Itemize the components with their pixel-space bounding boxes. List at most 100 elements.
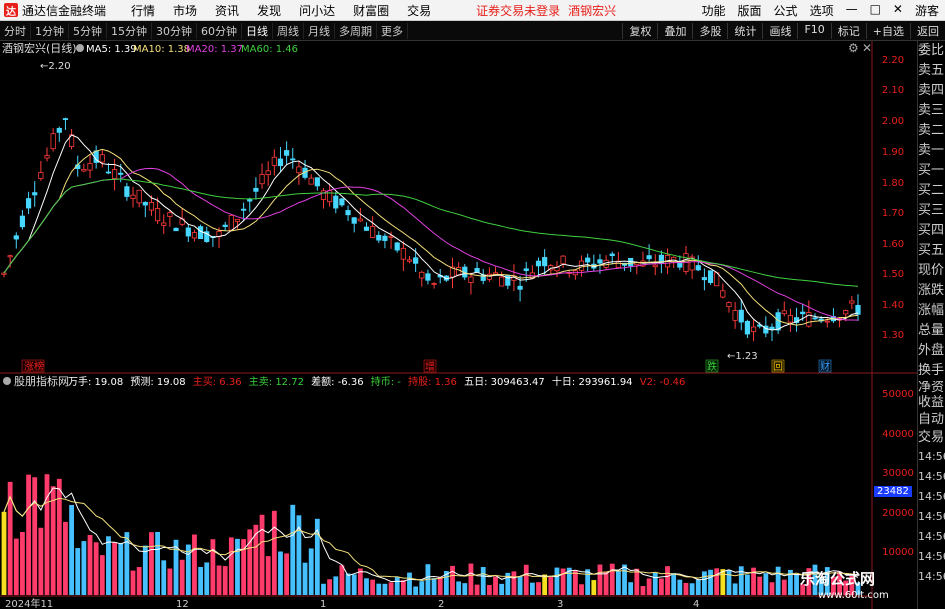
tool-button[interactable]: 叠加 bbox=[657, 22, 692, 39]
volume-bar bbox=[413, 586, 419, 595]
event-tag-label: 回 bbox=[773, 361, 783, 373]
side-item-label: 卖五 bbox=[918, 63, 945, 78]
menu-item[interactable]: 发现 bbox=[248, 2, 290, 19]
menu-right-item[interactable]: 公式 bbox=[768, 2, 804, 19]
indicator-toggle-icon[interactable] bbox=[3, 377, 11, 385]
candle-body bbox=[363, 226, 370, 231]
menu-item[interactable]: 交易 bbox=[398, 2, 440, 19]
period-tab-active[interactable]: 日线 bbox=[242, 22, 273, 39]
volume-bar bbox=[560, 568, 566, 595]
settings-icon[interactable]: ⚙ bbox=[848, 41, 859, 55]
period-tab[interactable]: 更多 bbox=[377, 22, 408, 39]
tool-button[interactable]: 返回 bbox=[910, 22, 945, 39]
volume-bar bbox=[204, 562, 210, 595]
side-tab[interactable]: 交易 bbox=[918, 429, 945, 447]
current-stock-name: 酒钢宏兴 bbox=[568, 3, 617, 18]
volume-bar bbox=[548, 576, 554, 595]
volume-bar bbox=[677, 579, 683, 595]
menu-item[interactable]: 行情 bbox=[122, 2, 164, 19]
candle-body bbox=[370, 226, 376, 238]
price-tick: 1.50 bbox=[882, 269, 904, 280]
side-item-label: 涨幅 bbox=[918, 303, 945, 318]
ma5-line bbox=[3, 134, 859, 331]
candle-body bbox=[81, 168, 87, 172]
price-tick: 1.40 bbox=[882, 300, 904, 311]
tool-button[interactable]: 多股 bbox=[692, 22, 727, 39]
volume-bar bbox=[56, 478, 62, 595]
candle-body bbox=[32, 192, 38, 196]
volume-bar bbox=[597, 564, 603, 595]
volume-bar bbox=[44, 474, 50, 595]
ma10-line bbox=[3, 148, 859, 326]
candle-body bbox=[351, 217, 357, 224]
tool-button[interactable]: 统计 bbox=[727, 22, 762, 39]
volume-bar bbox=[480, 567, 486, 595]
candle-body bbox=[118, 172, 124, 175]
period-tab[interactable]: 周线 bbox=[273, 22, 304, 39]
price-tick: 1.70 bbox=[882, 208, 904, 219]
period-tab[interactable]: 30分钟 bbox=[152, 22, 197, 39]
candle-body bbox=[234, 218, 241, 222]
period-tab[interactable]: 1分钟 bbox=[31, 22, 69, 39]
volume-bar bbox=[7, 481, 13, 595]
menu-right-item[interactable]: 选项 bbox=[804, 2, 840, 19]
volume-bar bbox=[781, 579, 787, 595]
volume-bar bbox=[198, 566, 204, 595]
indicator-toggle-icon[interactable] bbox=[76, 44, 84, 52]
volume-bar bbox=[400, 580, 406, 595]
side-item-label: 买四 bbox=[918, 223, 945, 238]
tool-button[interactable]: F10 bbox=[797, 22, 830, 39]
tool-button[interactable]: 画线 bbox=[762, 22, 797, 39]
vol-stat: 主买: 6.36 bbox=[193, 376, 242, 388]
volume-bar bbox=[456, 581, 462, 595]
stock-chart-title: 酒钢宏兴(日线) bbox=[2, 41, 77, 55]
volume-bar bbox=[142, 545, 148, 595]
close-icon[interactable]: ✕ bbox=[887, 2, 909, 19]
kline-chart-area[interactable]: 酒钢宏兴(日线) MA5: 1.39 MA10: 1.38 MA20: 1.37… bbox=[0, 41, 917, 609]
candle-body bbox=[738, 309, 744, 323]
minimize-icon[interactable]: — bbox=[840, 2, 864, 19]
price-tick: 1.30 bbox=[882, 330, 904, 341]
side-item-label: 卖三 bbox=[918, 103, 945, 118]
vol-stat: 持股: 1.36 bbox=[408, 375, 457, 388]
menu-item[interactable]: 市场 bbox=[164, 2, 206, 19]
volume-bar bbox=[155, 531, 160, 595]
candle-body bbox=[744, 320, 751, 335]
candle-body bbox=[13, 235, 19, 240]
menu-item[interactable]: 资讯 bbox=[206, 2, 248, 19]
period-tab[interactable]: 月线 bbox=[304, 22, 335, 39]
period-tab[interactable]: 分时 bbox=[0, 22, 31, 39]
candle-body bbox=[62, 118, 69, 120]
login-warning[interactable]: 证券交易未登录 bbox=[476, 2, 560, 19]
candles bbox=[1, 117, 861, 342]
tool-button[interactable]: 标记 bbox=[830, 22, 866, 39]
candle-body bbox=[357, 218, 363, 222]
volume-bar bbox=[579, 584, 584, 595]
menu-item[interactable]: 财富圈 bbox=[344, 2, 398, 19]
guest-label[interactable]: 游客 bbox=[909, 2, 945, 19]
menu-right-item[interactable]: 功能 bbox=[696, 2, 732, 19]
period-tab[interactable]: 5分钟 bbox=[69, 22, 107, 39]
ma20-label: MA20: 1.37 bbox=[186, 44, 243, 55]
candle-body bbox=[382, 235, 388, 241]
side-item-label: 买一 bbox=[918, 163, 945, 178]
period-tab[interactable]: 60分钟 bbox=[197, 22, 242, 39]
app-title: 通达信金融终端 bbox=[22, 3, 107, 18]
volume-bar bbox=[720, 569, 726, 595]
period-tab[interactable]: 15分钟 bbox=[107, 22, 152, 39]
menu-item[interactable]: 问小达 bbox=[290, 2, 344, 19]
price-tick: 1.80 bbox=[882, 178, 904, 189]
candle-body bbox=[271, 156, 277, 166]
event-tag-label: 跌 bbox=[707, 360, 717, 373]
tool-button[interactable]: 复权 bbox=[622, 22, 657, 39]
maximize-icon[interactable]: □ bbox=[864, 2, 887, 19]
period-tab[interactable]: 多周期 bbox=[335, 22, 377, 39]
tool-button[interactable]: +自选 bbox=[865, 22, 910, 39]
close-panel-icon[interactable]: ✕ bbox=[862, 41, 872, 55]
volume-bar bbox=[431, 578, 437, 595]
side-tab[interactable]: 自动 bbox=[918, 411, 945, 429]
volume-stats: 万手: 19.08 预测: 19.08 主买: 6.36 主卖: 12.72 差… bbox=[68, 375, 685, 388]
menu-right-item[interactable]: 版面 bbox=[732, 2, 768, 19]
volume-bar bbox=[161, 560, 167, 595]
event-tag-label: 财 bbox=[820, 360, 830, 373]
